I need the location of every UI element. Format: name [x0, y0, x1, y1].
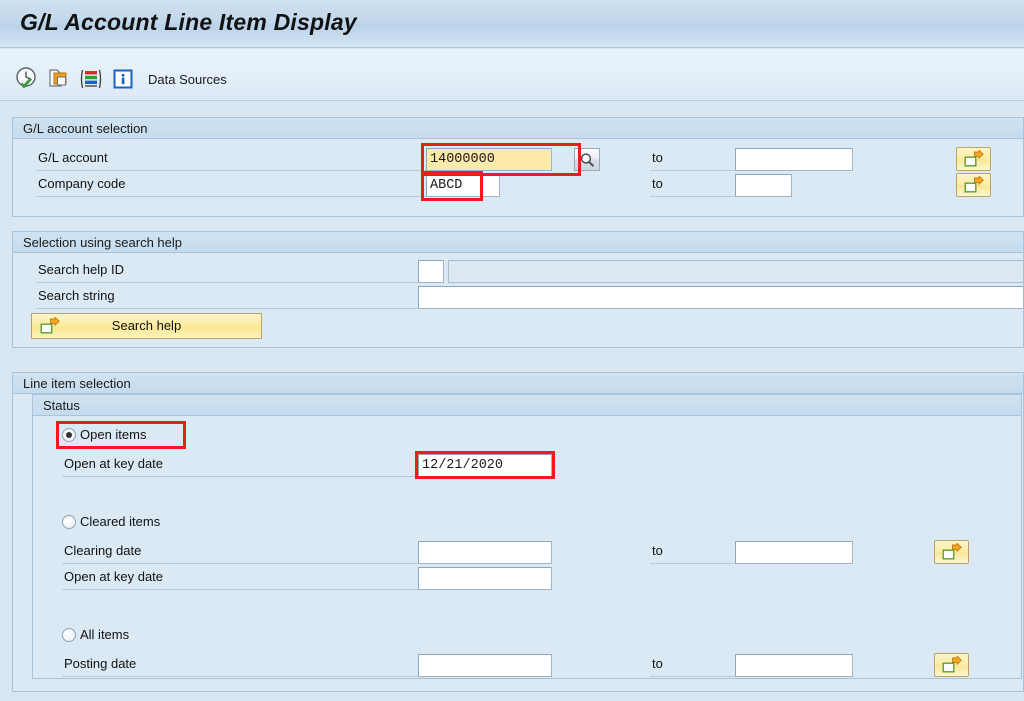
search-string-input[interactable]	[418, 286, 1024, 309]
gl-account-to-input[interactable]	[735, 148, 853, 171]
sap-gui-window: G/L Account Line Item Display Data Sourc…	[0, 0, 1024, 701]
gl-account-selection-header: G/L account selection	[13, 118, 1023, 139]
info-icon[interactable]	[110, 66, 136, 92]
posting-date-to-input[interactable]	[735, 654, 853, 677]
posting-date-label: Posting date	[62, 654, 418, 677]
gl-account-search-help-button[interactable]	[574, 148, 600, 171]
title-bar: G/L Account Line Item Display	[0, 0, 1024, 48]
radio-cleared-items[interactable]	[62, 515, 76, 529]
radio-cleared-items-label[interactable]: Cleared items	[80, 514, 160, 529]
search-help-selection-header: Selection using search help	[13, 232, 1023, 253]
list-variant-icon[interactable]	[78, 66, 104, 92]
multiple-selection-icon	[942, 655, 962, 678]
open-at-key-date-input[interactable]: 12/21/2020	[418, 454, 552, 477]
gl-account-multiple-selection-button[interactable]	[956, 147, 991, 171]
multiple-selection-icon	[964, 175, 984, 198]
company-code-to-input[interactable]	[735, 174, 792, 197]
cleared-open-at-key-date-input[interactable]	[418, 567, 552, 590]
gl-account-to-label: to	[650, 148, 735, 171]
clearing-date-to-label: to	[650, 541, 735, 564]
status-group: Status	[32, 394, 1022, 679]
posting-date-multiple-selection-button[interactable]	[934, 653, 969, 677]
search-string-label: Search string	[36, 286, 418, 309]
radio-all-items-label[interactable]: All items	[80, 627, 129, 642]
page-title: G/L Account Line Item Display	[20, 9, 357, 35]
status-group-title: Status	[43, 398, 80, 413]
line-item-selection-header: Line item selection	[13, 373, 1023, 394]
search-help-button-label: Search help	[111, 318, 182, 333]
clearing-date-label: Clearing date	[62, 541, 418, 564]
company-code-label: Company code	[36, 174, 426, 197]
gl-account-label: G/L account	[36, 148, 426, 171]
open-at-key-date-label: Open at key date	[62, 454, 418, 477]
multiple-selection-icon[interactable]	[46, 66, 72, 92]
search-help-selection-title: Selection using search help	[23, 235, 182, 250]
radio-all-items[interactable]	[62, 628, 76, 642]
posting-date-to-label: to	[650, 654, 735, 677]
line-item-selection-title: Line item selection	[23, 376, 131, 391]
company-code-to-label: to	[650, 174, 735, 197]
status-group-header: Status	[33, 395, 1021, 416]
execute-clock-icon[interactable]	[14, 66, 40, 92]
company-code-input[interactable]: ABCD	[426, 174, 500, 197]
clearing-date-to-input[interactable]	[735, 541, 853, 564]
gl-account-input[interactable]: 14000000	[426, 148, 552, 171]
search-help-id-input[interactable]	[418, 260, 444, 283]
cleared-open-at-key-date-label: Open at key date	[62, 567, 418, 590]
radio-open-items[interactable]	[62, 428, 76, 442]
clearing-date-input[interactable]	[418, 541, 552, 564]
multiple-selection-icon	[942, 542, 962, 565]
posting-date-input[interactable]	[418, 654, 552, 677]
company-code-multiple-selection-button[interactable]	[956, 173, 991, 197]
search-help-id-description	[448, 260, 1024, 283]
search-help-id-label: Search help ID	[36, 260, 418, 283]
clearing-date-multiple-selection-button[interactable]	[934, 540, 969, 564]
multiple-selection-icon	[964, 149, 984, 172]
gl-account-selection-title: G/L account selection	[23, 121, 148, 136]
search-help-button[interactable]: Search help	[31, 313, 262, 339]
data-sources-label[interactable]: Data Sources	[148, 72, 227, 87]
radio-open-items-label[interactable]: Open items	[80, 427, 146, 442]
